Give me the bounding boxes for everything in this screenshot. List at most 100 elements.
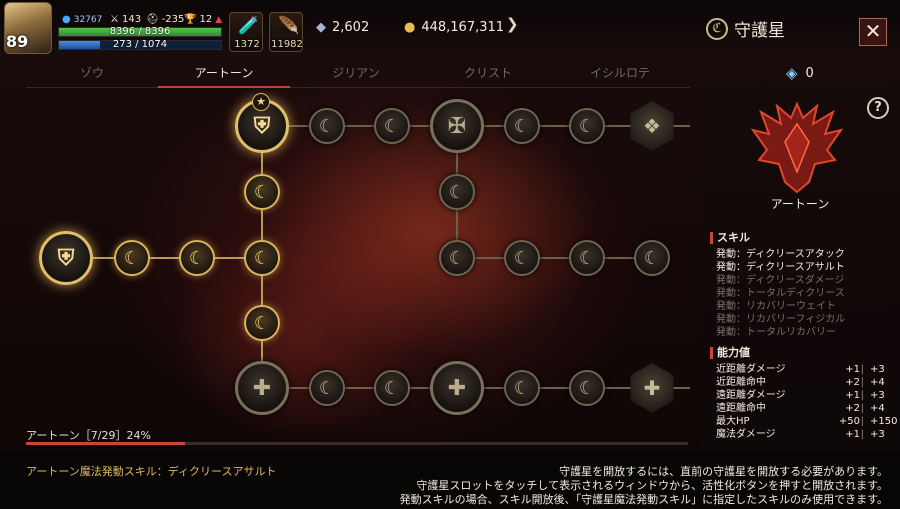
stat-current: +2 (845, 403, 860, 414)
constellation-tree: ⛨ ★ ☾ ☾ ✠ ☾ ☾ ❖ ☾ ☾ ⛨ ☾ ☾ ☾ ☾ ☾ ☾ ☾ ☾ ✚ … (0, 88, 700, 448)
emblem-label: アートーン (770, 197, 830, 211)
constellation-progress-bar (26, 442, 688, 445)
help-button[interactable]: ? (867, 97, 889, 119)
feather-potion-icon: 🪶 (278, 16, 300, 36)
stat-name: 遠距離ダメージ (716, 390, 786, 401)
star-node[interactable]: ☾ (244, 240, 280, 276)
defense-value: -235 (161, 14, 185, 25)
star-node[interactable]: ☾ (439, 174, 475, 210)
star-node[interactable]: ☾ (309, 370, 345, 406)
constellation-tabs: ゾウ アートーン ジリアン クリスト イシルロテ (26, 60, 690, 88)
top-status-bar: 89 ● 32767 ⚔ 143 ⛑ -235 🏆 12 ▲ 8396 / 83… (0, 0, 900, 58)
tab-arton[interactable]: アートーン (158, 60, 290, 88)
stat-max: +4 (870, 403, 885, 414)
skill-item: 発動：リカバリーフィジカル (716, 314, 846, 325)
stat-name: 魔法ダメージ (716, 429, 776, 440)
trophy-stat: 🏆 12 ▲ (184, 14, 222, 25)
item-count: 11982 (271, 39, 303, 50)
currency-expand-chevron-icon[interactable]: ❯ (506, 15, 519, 33)
item-slot-feather-potion[interactable]: 🪶 11982 (269, 12, 303, 52)
stat-name: 最大HP (716, 416, 750, 427)
stat-separator: | (860, 416, 864, 427)
star-node[interactable]: ✚ (235, 361, 289, 415)
star-node[interactable]: ☾ (569, 240, 605, 276)
stat-separator: | (860, 390, 864, 401)
skill-item: 発動：リカバリーウェイト (716, 301, 836, 312)
close-button[interactable]: ✕ (859, 18, 887, 46)
tab-krist[interactable]: クリスト (422, 60, 554, 88)
stat-section-title: 能力値 (710, 347, 750, 359)
stat-max: +3 (870, 429, 885, 440)
attack-value: 143 (121, 14, 142, 25)
star-node[interactable]: ☾ (569, 370, 605, 406)
helmet-icon: ⛑ (146, 14, 159, 25)
star-node[interactable]: ⛨ (39, 231, 93, 285)
stat-name: 遠距離命中 (716, 403, 766, 414)
sword-icon: ⚔ (110, 14, 119, 25)
stat-current: +1 (845, 429, 860, 440)
stat-current: +2 (845, 377, 860, 388)
attack-stat: ⚔ 143 (110, 14, 141, 25)
stat-name: 近距離命中 (716, 377, 766, 388)
stat-max: +3 (870, 390, 885, 401)
stat-separator: | (860, 364, 864, 375)
guardian-star-icon: ℭ (706, 17, 728, 40)
power-stat: ● 32767 (62, 14, 102, 25)
stat-current: +50 (838, 416, 860, 427)
page-title: 守護星 (734, 21, 785, 41)
star-node[interactable]: ☾ (374, 370, 410, 406)
defense-stat: ⛑ -235 (146, 14, 184, 25)
star-node[interactable]: ☾ (634, 240, 670, 276)
skill-item: 発動：トータルリカバリー (716, 327, 836, 338)
star-node[interactable]: ✚ (430, 361, 484, 415)
item-count: 1372 (234, 39, 260, 50)
item-slot-potion-bag[interactable]: 🧪 1372 (229, 12, 263, 52)
trophy-value: 12 (199, 14, 213, 25)
mp-text: 273 / 1074 (112, 39, 168, 50)
tab-jirian[interactable]: ジリアン (290, 60, 422, 88)
star-node[interactable]: ☾ (244, 174, 280, 210)
trophy-icon: 🏆 (184, 14, 197, 25)
gold-coin-icon: ● (404, 19, 416, 35)
page-header: ℭ 守護星 (706, 16, 785, 41)
gold-amount: 448,167,311 (421, 19, 505, 35)
tab-isilrote[interactable]: イシルロテ (554, 60, 686, 88)
star-node[interactable]: ☾ (309, 108, 345, 144)
stat-max: +4 (870, 377, 885, 388)
alert-arrow-icon: ▲ (215, 14, 223, 25)
potion-bag-icon: 🧪 (238, 16, 260, 36)
constellation-progress-text: アートーン［7/29］24% (26, 429, 151, 442)
skill-item: 発動：ディクリースアサルト (716, 262, 845, 273)
blue-gem-icon: ◈ (786, 64, 798, 82)
hp-text: 8396 / 8396 (109, 26, 171, 37)
skill-item: 発動：トータルディクリース (716, 288, 845, 299)
star-node[interactable]: ☾ (179, 240, 215, 276)
crystal-currency: ◆ 2,602 (316, 15, 369, 39)
star-node[interactable]: ☾ (504, 108, 540, 144)
stat-max: +150 (870, 416, 898, 427)
tab-zou[interactable]: ゾウ (26, 60, 158, 88)
skill-section-title: スキル (710, 232, 750, 244)
selected-star-badge: ★ (252, 93, 270, 111)
stat-name: 近距離ダメージ (716, 364, 786, 375)
star-node[interactable]: ☾ (569, 108, 605, 144)
footer-note: 発動スキルの場合、スキル開放後、「守護星魔法発動スキル」に指定したスキルのみ使用… (399, 493, 888, 506)
stat-max: +3 (870, 364, 885, 375)
star-node[interactable]: ☾ (244, 305, 280, 341)
star-node[interactable]: ☾ (439, 240, 475, 276)
gem-counter: ◈ 0 (786, 64, 814, 82)
player-level: 89 (6, 32, 29, 51)
crystal-icon: ◆ (316, 19, 326, 35)
skill-item: 発動：ディクリースアタック (716, 249, 845, 260)
stat-separator: | (860, 403, 864, 414)
star-node[interactable]: ☾ (374, 108, 410, 144)
gem-count-value: 0 (805, 65, 814, 81)
star-node[interactable]: ☾ (114, 240, 150, 276)
star-node[interactable]: ✠ (430, 99, 484, 153)
star-node[interactable]: ☾ (504, 240, 540, 276)
stat-current: +1 (845, 390, 860, 401)
active-magic-skill: アートーン魔法発動スキル：ディクリースアサルト (26, 465, 277, 478)
arton-emblem-icon (751, 101, 843, 194)
star-node[interactable]: ☾ (504, 370, 540, 406)
stat-separator: | (860, 429, 864, 440)
